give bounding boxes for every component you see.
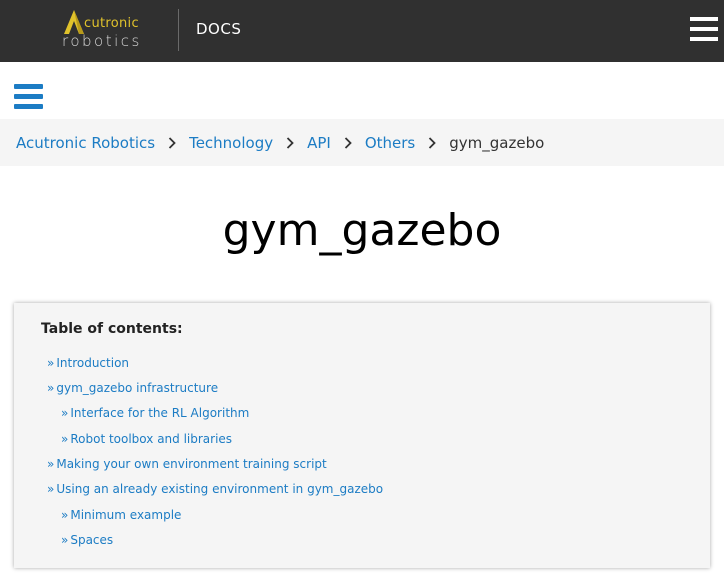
chevron-right-icon [344, 136, 352, 149]
toc-item-gym-gazebo-infrastructure[interactable]: » gym_gazebo infrastructure [47, 381, 218, 395]
breadcrumb-current-page: gym_gazebo [449, 133, 545, 152]
toc-item-label: Interface for the RL Algorithm [70, 406, 250, 420]
chevron-right-icon [429, 136, 437, 149]
toc-arrow: » [61, 432, 69, 446]
breadcrumb-item-acutronic-robotics[interactable]: Acutronic Robotics [16, 134, 155, 152]
toc-item-label: Making your own environment training scr… [56, 457, 327, 471]
logo-divider [178, 9, 179, 51]
toc-item-label: Spaces [70, 533, 114, 547]
sidebar-toggle-hamburger-icon[interactable] [14, 84, 44, 110]
docs-link[interactable]: DOCS [196, 20, 241, 38]
breadcrumb: Acutronic Robotics Technology API Others… [0, 119, 724, 166]
toc-arrow: » [47, 457, 55, 471]
toc-arrow: » [61, 533, 69, 547]
toc-arrow: » [47, 356, 55, 370]
page-title: gym_gazebo [222, 205, 502, 256]
toc-item-label: Introduction [56, 356, 130, 370]
top-navbar: cutronic robotics DOCS [0, 0, 724, 62]
toc-item-label: gym_gazebo infrastructure [56, 381, 219, 395]
breadcrumb-item-technology[interactable]: Technology [189, 134, 273, 152]
toc-item-label: Using an already existing environment in… [56, 482, 384, 496]
logo-text-top: cutronic [84, 16, 139, 31]
logo-text-bottom: robotics [62, 32, 142, 50]
toc-item-making-environment-script[interactable]: » Making your own environment training sc… [47, 457, 327, 471]
toc-arrow: » [61, 508, 69, 522]
toc-item-interface-rl-algorithm[interactable]: » Interface for the RL Algorithm [61, 406, 249, 420]
breadcrumb-item-api[interactable]: API [307, 134, 331, 152]
table-of-contents: Table of contents: » Introduction » gym_ga… [14, 303, 710, 568]
toc-item-using-existing-environment[interactable]: » Using an already existing environment i… [47, 482, 383, 496]
toc-arrow: » [47, 381, 55, 395]
breadcrumb-item-others[interactable]: Others [365, 134, 415, 152]
acutronic-robotics-logo[interactable]: cutronic robotics [62, 10, 162, 50]
main-menu-hamburger-icon[interactable] [690, 17, 718, 41]
chevron-right-icon [168, 136, 176, 149]
toc-arrow: » [61, 406, 69, 420]
toc-item-robot-toolbox[interactable]: » Robot toolbox and libraries [61, 432, 232, 446]
toc-heading: Table of contents: [41, 321, 183, 337]
chevron-right-icon [286, 136, 294, 149]
toc-item-label: Minimum example [70, 508, 182, 522]
toc-item-minimum-example[interactable]: » Minimum example [61, 508, 181, 522]
toc-item-introduction[interactable]: » Introduction [47, 356, 129, 370]
toc-item-spaces[interactable]: » Spaces [61, 533, 113, 547]
toc-arrow: » [47, 482, 55, 496]
toc-item-label: Robot toolbox and libraries [70, 432, 233, 446]
